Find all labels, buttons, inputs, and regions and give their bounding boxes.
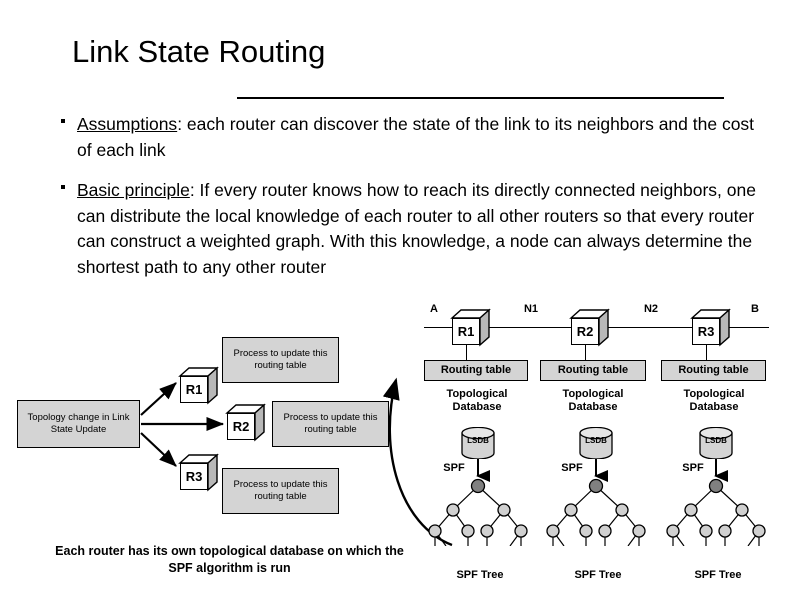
spf-tree-label-1: SPF Tree: [456, 569, 504, 581]
spf-tree-2: [542, 478, 654, 547]
spf-tree-1: [424, 478, 536, 547]
spf-tree-3: [662, 478, 774, 547]
spf-tree-label-3: SPF Tree: [694, 569, 742, 581]
spf-tree-graph: [666, 478, 766, 547]
spf-tree-graph: [546, 478, 646, 547]
spf-tree-label-2: SPF Tree: [574, 569, 622, 581]
spf-tree-graph: [428, 478, 528, 547]
slide-canvas: Link State Routing Assumptions: each rou…: [0, 0, 794, 595]
